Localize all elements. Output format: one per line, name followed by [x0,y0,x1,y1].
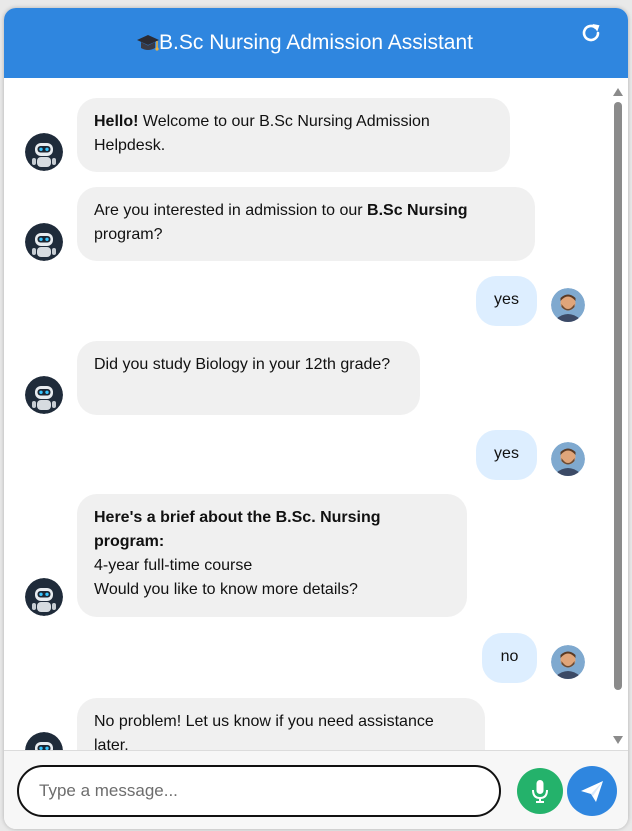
microphone-icon [532,780,548,803]
user-message: no [482,633,537,683]
chat-widget: B.Sc Nursing Admission Assistant Hello! … [4,8,628,829]
bot-avatar [25,732,63,750]
user-message: yes [476,430,537,480]
bot-avatar [25,376,63,414]
bot-avatar [25,133,63,171]
scroll-up-arrow-icon[interactable] [613,88,623,96]
bot-message: Here's a brief about the B.Sc. Nursing p… [77,494,467,617]
mic-button[interactable] [517,768,563,814]
refresh-icon[interactable] [580,22,602,44]
chat-header: B.Sc Nursing Admission Assistant [4,8,628,78]
bot-message: Are you interested in admission to our B… [77,187,535,261]
bot-message: No problem! Let us know if you need assi… [77,698,485,750]
bot-avatar [25,223,63,261]
chat-footer [4,750,628,829]
bot-message: Hello! Welcome to our B.Sc Nursing Admis… [77,98,510,172]
user-avatar [551,442,585,476]
send-icon [581,781,603,802]
message-scrollbar[interactable] [612,84,624,748]
scroll-thumb[interactable] [614,102,622,690]
bot-avatar [25,578,63,616]
send-button[interactable] [567,766,617,816]
user-avatar [551,645,585,679]
message-input[interactable] [17,765,501,817]
scroll-down-arrow-icon[interactable] [613,736,623,744]
user-message: yes [476,276,537,326]
chat-title: B.Sc Nursing Admission Assistant [159,31,473,54]
bot-message: Did you study Biology in your 12th grade… [77,341,420,415]
message-list[interactable]: Hello! Welcome to our B.Sc Nursing Admis… [4,78,628,750]
user-avatar [551,288,585,322]
